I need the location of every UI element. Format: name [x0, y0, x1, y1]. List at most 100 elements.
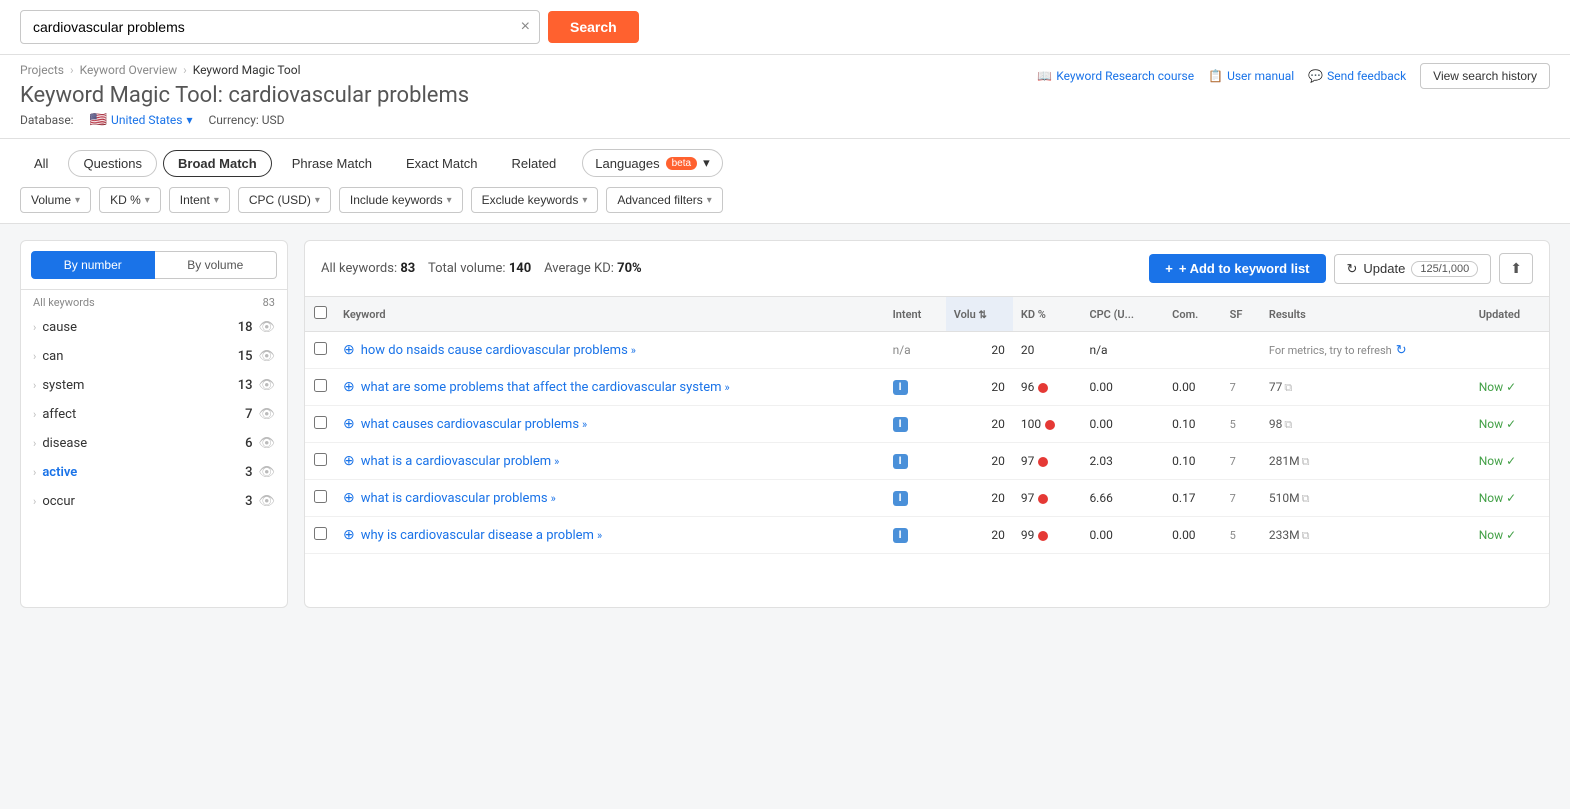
- send-feedback-link[interactable]: 💬 Send feedback: [1308, 69, 1406, 83]
- search-input[interactable]: [20, 10, 540, 44]
- row-checkbox[interactable]: [314, 453, 327, 466]
- th-cpc: CPC (U...: [1081, 297, 1164, 332]
- kd-cell: 97: [1013, 480, 1082, 517]
- row-checkbox[interactable]: [314, 527, 327, 540]
- copy-icon[interactable]: ⧉: [1302, 492, 1310, 505]
- filter-exclude[interactable]: Exclude keywords ▾: [471, 187, 599, 213]
- chevron-right-icon: ›: [33, 466, 36, 479]
- select-all-checkbox[interactable]: [314, 306, 327, 319]
- table-row: ⊕what is cardiovascular problems»I20976.…: [305, 480, 1549, 517]
- view-history-button[interactable]: View search history: [1420, 63, 1550, 89]
- sidebar-item-affect[interactable]: › affect 7 👁: [21, 400, 287, 429]
- sidebar-item-cause[interactable]: › cause 18 👁: [21, 313, 287, 342]
- eye-icon[interactable]: 👁: [258, 465, 275, 480]
- sidebar-header: All keywords 83: [21, 296, 287, 313]
- sidebar-item-disease[interactable]: › disease 6 👁: [21, 429, 287, 458]
- chevron-down-icon: ▾: [315, 195, 320, 206]
- chevron-down-icon: ▾: [186, 113, 192, 127]
- keyword-research-course-link[interactable]: 📖 Keyword Research course: [1037, 69, 1194, 83]
- feedback-icon: 💬: [1308, 69, 1323, 83]
- tab-phrase-match[interactable]: Phrase Match: [278, 151, 386, 176]
- sidebar-item-occur[interactable]: › occur 3 👁: [21, 487, 287, 516]
- eye-icon[interactable]: 👁: [258, 436, 275, 451]
- keyword-link[interactable]: how do nsaids cause cardiovascular probl…: [361, 343, 636, 358]
- export-button[interactable]: ⬆: [1499, 253, 1533, 284]
- keyword-link[interactable]: what causes cardiovascular problems»: [361, 417, 587, 432]
- user-manual-link[interactable]: 📋 User manual: [1208, 69, 1294, 83]
- add-to-keyword-list-button[interactable]: + + Add to keyword list: [1149, 254, 1325, 283]
- filter-volume[interactable]: Volume ▾: [20, 187, 91, 213]
- copy-icon[interactable]: ⧉: [1284, 381, 1292, 394]
- updated-cell: Now ✓: [1471, 406, 1549, 443]
- keyword-link[interactable]: what is cardiovascular problems»: [361, 491, 556, 506]
- languages-button[interactable]: Languages beta ▾: [582, 149, 722, 177]
- top-nav: Projects › Keyword Overview › Keyword Ma…: [0, 55, 1570, 139]
- chevron-right-icon: ›: [33, 437, 36, 450]
- row-checkbox[interactable]: [314, 342, 327, 355]
- eye-icon[interactable]: 👁: [258, 320, 275, 335]
- add-circle-icon[interactable]: ⊕: [343, 453, 355, 469]
- sidebar-item-can[interactable]: › can 15 👁: [21, 342, 287, 371]
- db-country-selector[interactable]: 🇺🇸 United States ▾: [90, 112, 193, 128]
- eye-icon[interactable]: 👁: [258, 349, 275, 364]
- breadcrumb-keyword-overview[interactable]: Keyword Overview: [80, 63, 178, 77]
- filter-cpc[interactable]: CPC (USD) ▾: [238, 187, 331, 213]
- kd-cell: 99: [1013, 517, 1082, 554]
- row-checkbox[interactable]: [314, 416, 327, 429]
- keyword-link[interactable]: what are some problems that affect the c…: [361, 380, 730, 395]
- add-circle-icon[interactable]: ⊕: [343, 490, 355, 506]
- chevron-down-icon: ▾: [145, 195, 150, 206]
- keyword-arrows: »: [597, 529, 602, 542]
- results-cell: 510M⧉: [1261, 480, 1471, 517]
- th-volume[interactable]: Volu ⇅: [946, 297, 1013, 332]
- chevron-down-icon: ▾: [447, 195, 452, 206]
- tab-related[interactable]: Related: [497, 151, 570, 176]
- update-button[interactable]: ↻ Update 125/1,000: [1334, 254, 1492, 284]
- sidebar-tab-by-volume[interactable]: By volume: [155, 251, 278, 279]
- tab-broad-match[interactable]: Broad Match: [163, 150, 272, 177]
- filter-intent[interactable]: Intent ▾: [169, 187, 230, 213]
- tab-questions[interactable]: Questions: [68, 150, 157, 177]
- kd-dot-red: [1038, 383, 1048, 393]
- keyword-arrows: »: [725, 381, 730, 394]
- tab-exact-match[interactable]: Exact Match: [392, 151, 492, 176]
- kd-cell: 20: [1013, 332, 1082, 369]
- th-updated: Updated: [1471, 297, 1549, 332]
- all-keywords-label: All keywords:: [321, 261, 400, 276]
- add-circle-icon[interactable]: ⊕: [343, 416, 355, 432]
- sidebar-item-system[interactable]: › system 13 👁: [21, 371, 287, 400]
- com-cell: 0.00: [1164, 517, 1221, 554]
- breadcrumb-projects[interactable]: Projects: [20, 63, 64, 77]
- table-row: ⊕ why is cardiovascular disease a problem…: [305, 517, 1549, 554]
- keyword-link[interactable]: what is a cardiovascular problem»: [361, 454, 560, 469]
- copy-icon[interactable]: ⧉: [1302, 529, 1310, 542]
- eye-icon[interactable]: 👁: [258, 407, 275, 422]
- refresh-icon[interactable]: ↻: [1396, 343, 1407, 358]
- chevron-right-icon: ›: [33, 379, 36, 392]
- all-keywords-count: 83: [400, 261, 415, 276]
- breadcrumb-current: Keyword Magic Tool: [193, 63, 301, 77]
- filter-kd[interactable]: KD % ▾: [99, 187, 161, 213]
- copy-icon[interactable]: ⧉: [1302, 455, 1310, 468]
- sf-cell: 7: [1222, 369, 1261, 406]
- filter-include[interactable]: Include keywords ▾: [339, 187, 463, 213]
- row-checkbox[interactable]: [314, 490, 327, 503]
- add-circle-icon[interactable]: ⊕: [343, 527, 355, 543]
- sf-cell: 7: [1222, 443, 1261, 480]
- eye-icon[interactable]: 👁: [258, 378, 275, 393]
- sidebar-header-count: 83: [263, 296, 275, 309]
- row-checkbox[interactable]: [314, 379, 327, 392]
- search-clear-button[interactable]: ×: [521, 18, 530, 36]
- filter-advanced[interactable]: Advanced filters ▾: [606, 187, 722, 213]
- copy-icon[interactable]: ⧉: [1284, 418, 1292, 431]
- eye-icon[interactable]: 👁: [258, 494, 275, 509]
- updated-cell: Now ✓: [1471, 517, 1549, 554]
- add-circle-icon[interactable]: ⊕: [343, 342, 355, 358]
- add-circle-icon[interactable]: ⊕: [343, 379, 355, 395]
- keyword-link[interactable]: why is cardiovascular disease a problem»: [361, 528, 602, 543]
- sidebar-tab-by-number[interactable]: By number: [31, 251, 155, 279]
- tab-all[interactable]: All: [20, 151, 62, 176]
- search-button[interactable]: Search: [548, 11, 639, 43]
- avg-kd-value: 70%: [617, 261, 642, 276]
- sidebar-item-active[interactable]: › active 3 👁: [21, 458, 287, 487]
